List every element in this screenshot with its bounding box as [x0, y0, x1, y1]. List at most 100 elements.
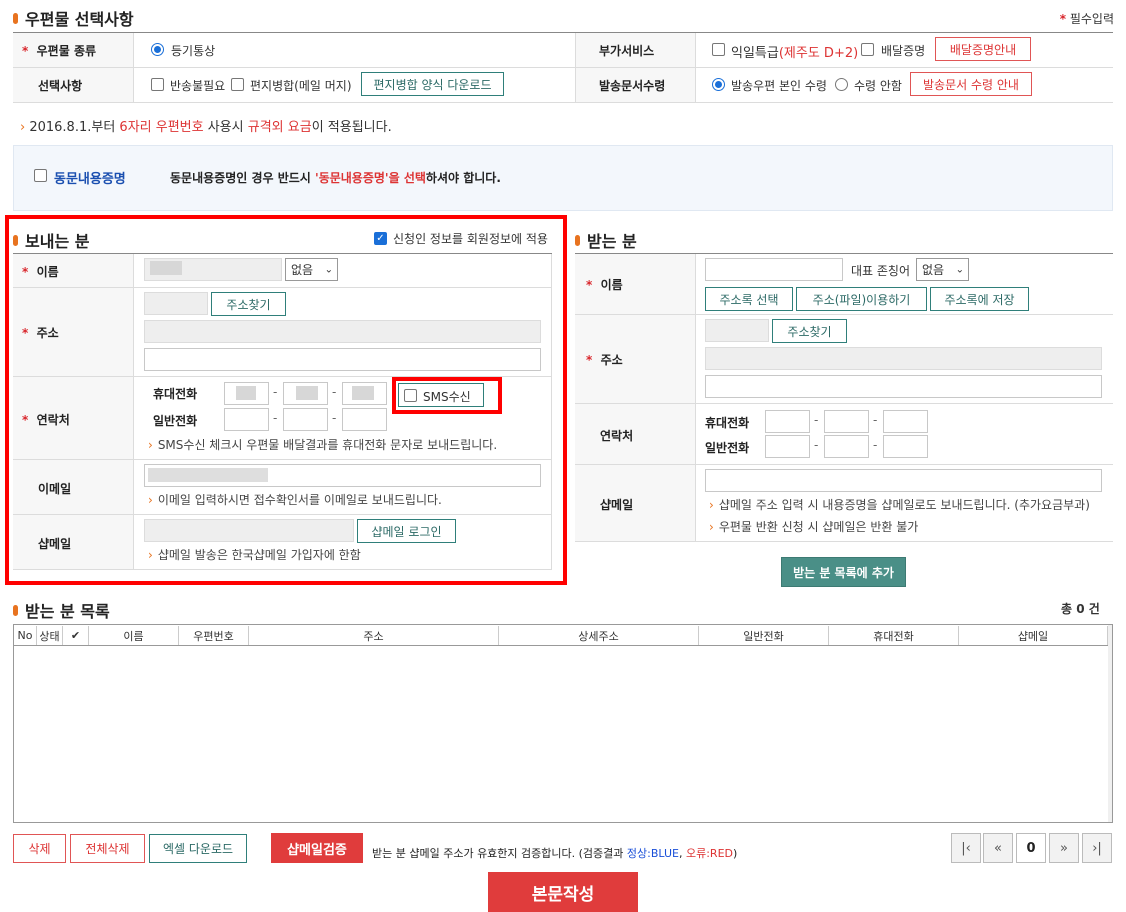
shopmail-login-button[interactable]: 샵메일 로그인: [357, 519, 456, 543]
prev-page-icon[interactable]: «: [983, 833, 1013, 863]
delete-button[interactable]: 삭제: [13, 834, 66, 863]
no-return-checkbox[interactable]: [151, 78, 164, 91]
delete-all-button[interactable]: 전체삭제: [70, 834, 145, 863]
col-phone: 일반전화: [699, 626, 829, 645]
postal-type-radio[interactable]: [151, 43, 164, 56]
next-page-icon[interactable]: »: [1049, 833, 1079, 863]
shopmail-verify-button[interactable]: 샵메일검증: [271, 833, 363, 863]
receiver-shopmail-hint1: › 샵메일 주소 입력 시 내용증명을 샵메일로도 보내드립니다. (추가요금부과…: [709, 498, 1090, 512]
sender-address-label: * 주소: [22, 326, 59, 340]
next-day-label: 익일특급(제주도 D+2): [731, 46, 859, 61]
no-receipt-label: 수령 안함: [854, 79, 902, 93]
col-zipcode: 우편번호: [179, 626, 249, 645]
sender-name-label: * 이름: [22, 265, 59, 279]
sender-mobile-label: 휴대전화: [153, 387, 198, 401]
sender-contact-label: * 연락처: [22, 413, 70, 427]
receiver-mobile-3[interactable]: [883, 410, 928, 433]
merge-label: 편지병합(메일 머지): [250, 79, 352, 93]
receiver-section-title: 받는 분: [575, 228, 637, 252]
sender-shopmail-label: 샵메일: [38, 537, 72, 551]
delivery-proof-checkbox[interactable]: [861, 43, 874, 56]
sender-address-search-button[interactable]: 주소찾기: [211, 292, 286, 316]
sender-phone-3[interactable]: [342, 408, 387, 431]
notice-text: › 2016.8.1.부터 6자리 우편번호 사용시 규격외 요금이 적용됩니다…: [20, 120, 392, 135]
no-return-label: 반송불필요: [170, 79, 226, 93]
verify-message: 받는 분 샵메일 주소가 유효한지 검증합니다. (검증결과 정상:BLUE, …: [372, 847, 738, 860]
sender-shopmail-input[interactable]: [144, 519, 354, 542]
list-scrollbar[interactable]: [1108, 625, 1112, 822]
shopmail-hint: › 샵메일 발송은 한국샵메일 가입자에 한함: [148, 548, 361, 562]
first-page-icon[interactable]: |‹: [951, 833, 981, 863]
same-content-label: 동문내용증명: [54, 172, 126, 187]
apply-member-checkbox[interactable]: ✓: [374, 232, 387, 245]
merge-checkbox[interactable]: [231, 78, 244, 91]
col-address: 주소: [249, 626, 499, 645]
receiver-phone-label: 일반전화: [705, 441, 750, 455]
redacted-block: [150, 261, 182, 275]
section-bullet-icon: [13, 234, 18, 246]
receiver-shopmail-label: 샵메일: [600, 498, 634, 512]
merge-download-button[interactable]: 편지병합 양식 다운로드: [361, 72, 504, 96]
col-no: No: [14, 626, 37, 645]
sender-phone-label: 일반전화: [153, 414, 198, 428]
receiver-mobile-2[interactable]: [824, 410, 869, 433]
sender-address-detail-input[interactable]: [144, 348, 541, 371]
address-file-button[interactable]: 주소(파일)이용하기: [796, 287, 927, 311]
extra-service-label: 부가서비스: [599, 44, 655, 58]
receiver-shopmail-input[interactable]: [705, 469, 1102, 492]
honorific-select[interactable]: 없음 ⌄: [916, 258, 969, 281]
same-content-checkbox[interactable]: [34, 169, 47, 182]
current-page[interactable]: 0: [1016, 833, 1046, 863]
postal-type-label: * 우편물 종류: [22, 44, 97, 58]
postal-section-title: 우편물 선택사항: [13, 6, 134, 30]
receiver-name-input[interactable]: [705, 258, 843, 281]
next-day-checkbox[interactable]: [712, 43, 725, 56]
receipt-guide-button[interactable]: 발송문서 수령 안내: [910, 72, 1032, 96]
addressbook-select-button[interactable]: 주소록 선택: [705, 287, 793, 311]
excel-download-button[interactable]: 엑셀 다운로드: [149, 834, 247, 863]
receiver-phone-2[interactable]: [824, 435, 869, 458]
col-mobile: 휴대전화: [829, 626, 959, 645]
self-receipt-radio[interactable]: [712, 78, 725, 91]
col-address-detail: 상세주소: [499, 626, 699, 645]
receiver-address-search-button[interactable]: 주소찾기: [772, 319, 847, 343]
postal-title-text: 우편물 선택사항: [25, 10, 134, 29]
receiver-address-detail-input[interactable]: [705, 375, 1102, 398]
compose-button[interactable]: 본문작성: [488, 872, 638, 912]
same-content-message: 동문내용증명인 경우 반드시 '동문내용증명'을 선택하셔야 합니다.: [170, 171, 501, 185]
last-page-icon[interactable]: ›|: [1082, 833, 1112, 863]
section-bullet-icon: [575, 234, 580, 246]
honorific-label: 대표 존칭어: [851, 264, 911, 278]
sender-title-select[interactable]: 없음 ⌄: [285, 258, 338, 281]
sender-address-input[interactable]: [144, 320, 541, 343]
apply-member-label: 신청인 정보를 회원정보에 적용: [393, 232, 548, 246]
col-check-icon[interactable]: ✔: [63, 626, 89, 645]
sender-zipcode-input[interactable]: [144, 292, 208, 315]
sms-checkbox[interactable]: [404, 389, 417, 402]
sms-label: SMS수신: [423, 390, 471, 404]
receiver-mobile-1[interactable]: [765, 410, 810, 433]
sender-email-label: 이메일: [38, 482, 72, 496]
receiver-phone-1[interactable]: [765, 435, 810, 458]
sender-phone-2[interactable]: [283, 408, 328, 431]
redacted-block: [148, 468, 268, 482]
delivery-guide-button[interactable]: 배달증명안내: [935, 37, 1031, 61]
email-hint: › 이메일 입력하시면 접수확인서를 이메일로 보내드립니다.: [148, 493, 442, 507]
postal-type-value: 등기통상: [171, 44, 216, 58]
doc-receipt-label: 발송문서수령: [599, 79, 666, 93]
sms-hint: › SMS수신 체크시 우편물 배달결과를 휴대전화 문자로 보내드립니다.: [148, 438, 498, 452]
receiver-mobile-label: 휴대전화: [705, 416, 750, 430]
delivery-proof-label: 배달증명: [881, 44, 926, 58]
receiver-zipcode-input[interactable]: [705, 319, 769, 342]
self-receipt-label: 발송우편 본인 수령: [731, 79, 827, 93]
addressbook-save-button[interactable]: 주소록에 저장: [930, 287, 1029, 311]
add-to-list-button[interactable]: 받는 분 목록에 추가: [781, 557, 906, 587]
receiver-address-input[interactable]: [705, 347, 1102, 370]
sender-phone-1[interactable]: [224, 408, 269, 431]
col-name: 이름: [89, 626, 179, 645]
redacted-block: [296, 386, 318, 400]
receiver-shopmail-hint2: › 우편물 반환 신청 시 샵메일은 반환 불가: [709, 520, 919, 534]
no-receipt-radio[interactable]: [835, 78, 848, 91]
section-bullet-icon: [13, 604, 18, 616]
receiver-phone-3[interactable]: [883, 435, 928, 458]
